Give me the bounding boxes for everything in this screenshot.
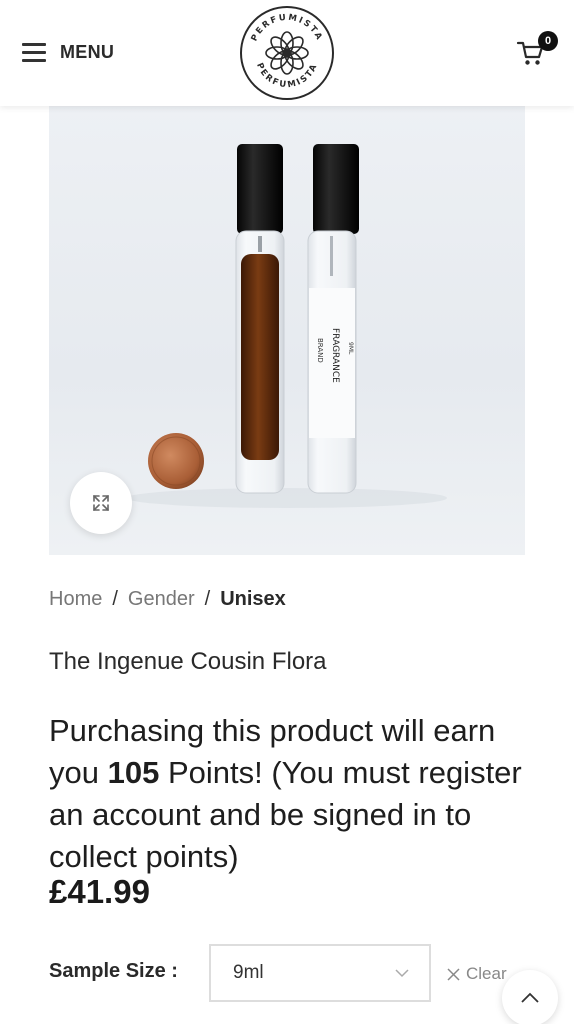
breadcrumb: Home / Gender / Unisex — [49, 588, 286, 611]
filled-bottle — [235, 144, 285, 494]
perfumista-logo[interactable]: PERFUMISTA PERFUMISTA — [238, 4, 336, 102]
sample-size-select[interactable]: 9ml — [209, 944, 431, 1002]
breadcrumb-current: Unisex — [220, 588, 286, 610]
hamburger-icon — [22, 43, 46, 62]
site-header: MENU PERFUMISTA PERFUMISTA 0 — [0, 0, 574, 106]
clear-selection-button[interactable]: Clear — [447, 964, 507, 984]
breadcrumb-separator: / — [112, 588, 118, 610]
breadcrumb-separator: / — [204, 588, 211, 610]
cart-count-badge: 0 — [538, 31, 558, 51]
expand-icon — [93, 495, 109, 511]
bottle-label-volume: 9ML — [347, 342, 354, 355]
bottle-label-brand: BRAND — [316, 338, 324, 363]
points-message: Purchasing this product will earn you 10… — [49, 710, 549, 878]
chevron-up-icon — [521, 992, 539, 1003]
menu-button[interactable]: MENU — [22, 38, 114, 66]
sample-size-value: 9ml — [233, 962, 264, 983]
points-value: 105 — [107, 755, 160, 790]
coin — [148, 433, 204, 489]
menu-label: MENU — [60, 41, 115, 62]
close-icon — [447, 967, 460, 981]
breadcrumb-home[interactable]: Home — [49, 588, 102, 611]
chevron-down-icon — [395, 969, 409, 978]
scroll-to-top-button[interactable] — [502, 970, 558, 1024]
sample-size-label: Sample Size : — [49, 960, 178, 982]
product-price: £41.99 — [49, 873, 150, 910]
product-title: The Ingenue Cousin Flora — [49, 648, 327, 675]
zoom-button[interactable] — [70, 472, 132, 534]
breadcrumb-gender[interactable]: Gender — [128, 588, 195, 611]
bottle-label-fragrance: FRAGRANCE — [330, 328, 340, 383]
empty-bottle: BRAND FRAGRANCE 9ML — [307, 144, 359, 494]
clear-label: Clear — [466, 964, 507, 983]
cart-button[interactable]: 0 — [516, 31, 558, 70]
